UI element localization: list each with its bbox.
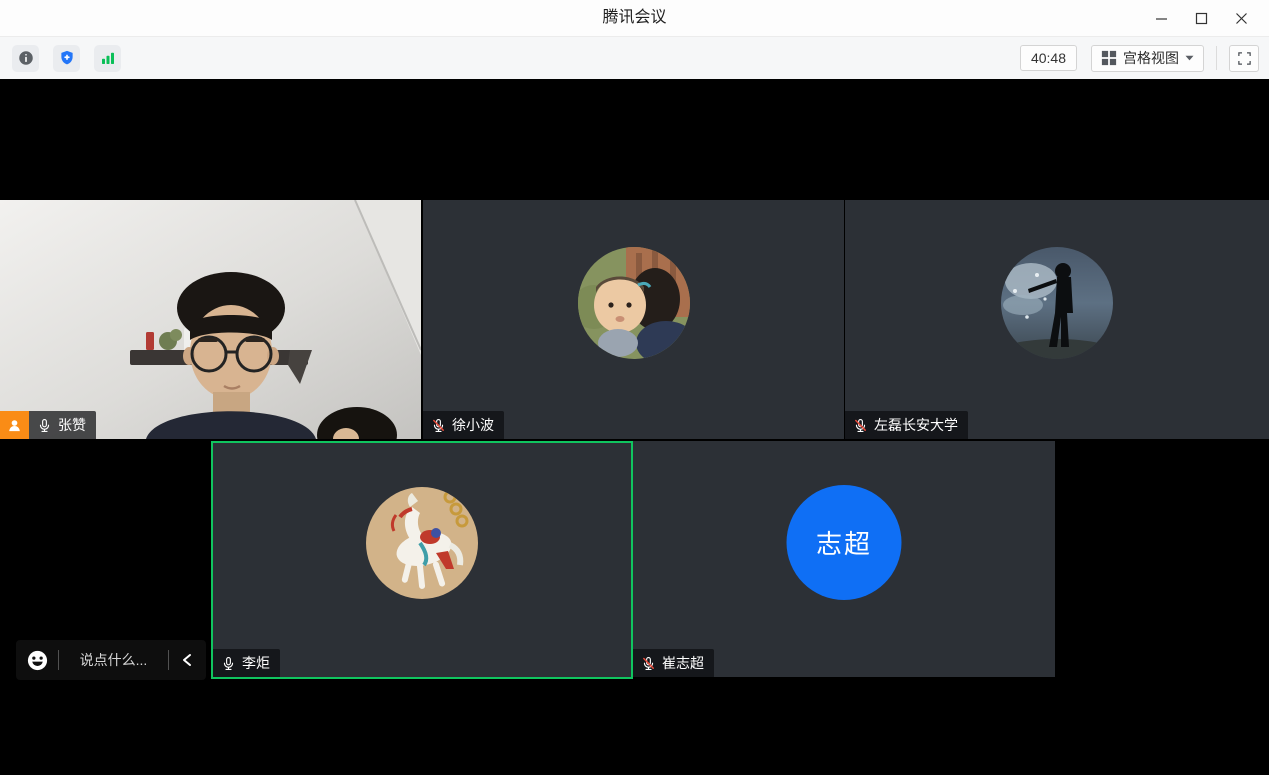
toolbar-left	[12, 45, 121, 72]
tile-label-row: 左磊长安大学	[845, 411, 968, 439]
presenter-icon	[6, 417, 23, 434]
participant-name-label: 张赞	[29, 411, 96, 439]
collapse-chevron-icon	[182, 653, 192, 667]
close-button[interactable]	[1221, 0, 1261, 36]
participant-name-label: 李炬	[213, 649, 280, 677]
meeting-window: 腾讯会议	[0, 0, 1269, 775]
meeting-toolbar: 40:48 宫格视图	[0, 36, 1269, 79]
security-shield-icon	[58, 49, 76, 67]
tile-label-row: 张赞	[0, 411, 96, 439]
view-mode-label: 宫格视图	[1123, 48, 1179, 68]
avatar	[578, 247, 690, 359]
participant-name-label: 徐小波	[423, 411, 504, 439]
mic-muted-icon	[853, 418, 868, 433]
view-mode-selector[interactable]: 宫格视图	[1091, 45, 1204, 72]
info-icon	[17, 49, 35, 67]
chat-divider	[168, 650, 169, 670]
chat-divider	[58, 650, 59, 670]
minimize-icon	[1155, 12, 1168, 25]
grid-view-icon	[1101, 50, 1117, 66]
participant-name: 左磊长安大学	[874, 415, 958, 435]
toolbar-right: 40:48 宫格视图	[1020, 45, 1259, 72]
minimize-button[interactable]	[1141, 0, 1181, 36]
caret-down-icon	[1185, 55, 1194, 61]
avatar-photo-carousel-horse	[366, 487, 478, 599]
live-video-feed	[0, 200, 421, 439]
participant-tile-liju-active-speaker[interactable]: 李炬	[211, 441, 633, 679]
presenter-badge	[0, 411, 29, 439]
video-grid: 张赞	[0, 79, 1269, 775]
toolbar-divider	[1216, 46, 1217, 70]
chat-collapse-button[interactable]	[178, 648, 196, 672]
avatar-photo-sea-silhouette	[1001, 247, 1113, 359]
avatar-initials-text: 志超	[816, 524, 872, 561]
participant-tile-cuizhichao[interactable]: 志超 崔志超	[633, 441, 1055, 677]
security-button[interactable]	[53, 45, 80, 72]
titlebar: 腾讯会议	[0, 0, 1269, 36]
participant-name: 张赞	[58, 415, 86, 435]
initials-avatar: 志超	[787, 485, 902, 600]
close-icon	[1235, 12, 1248, 25]
mic-muted-icon	[641, 656, 656, 671]
fullscreen-button[interactable]	[1229, 45, 1259, 72]
avatar	[1001, 247, 1113, 359]
timer-value: 40:48	[1031, 50, 1066, 66]
participant-tile-zuolei[interactable]: 左磊长安大学	[845, 200, 1269, 439]
chat-input-placeholder[interactable]: 说点什么...	[68, 650, 159, 670]
avatar	[366, 487, 478, 599]
emoji-button[interactable]	[26, 649, 49, 672]
participant-tile-xuxiaobo[interactable]: 徐小波	[423, 200, 844, 439]
tile-label-row: 李炬	[213, 649, 280, 677]
participant-name: 徐小波	[452, 415, 494, 435]
meeting-info-button[interactable]	[12, 45, 39, 72]
emoji-smiley-icon	[26, 649, 49, 672]
participant-name-label: 左磊长安大学	[845, 411, 968, 439]
maximize-button[interactable]	[1181, 0, 1221, 36]
mic-on-icon	[221, 656, 236, 671]
tile-label-row: 崔志超	[633, 649, 714, 677]
mic-on-icon	[37, 418, 52, 433]
avatar-photo-baby	[578, 247, 690, 359]
network-signal-icon	[99, 49, 117, 67]
participant-name: 崔志超	[662, 653, 704, 673]
window-controls	[1141, 0, 1261, 36]
network-status-button[interactable]	[94, 45, 121, 72]
fullscreen-icon	[1237, 51, 1252, 66]
tile-label-row: 徐小波	[423, 411, 504, 439]
participant-name-label: 崔志超	[633, 649, 714, 677]
app-title: 腾讯会议	[0, 0, 1269, 36]
chat-quick-bar: 说点什么...	[16, 640, 206, 680]
maximize-icon	[1195, 12, 1208, 25]
participant-name: 李炬	[242, 653, 270, 673]
mic-muted-icon	[431, 418, 446, 433]
participant-tile-zhangzan[interactable]: 张赞	[0, 200, 421, 439]
meeting-timer: 40:48	[1020, 45, 1077, 71]
